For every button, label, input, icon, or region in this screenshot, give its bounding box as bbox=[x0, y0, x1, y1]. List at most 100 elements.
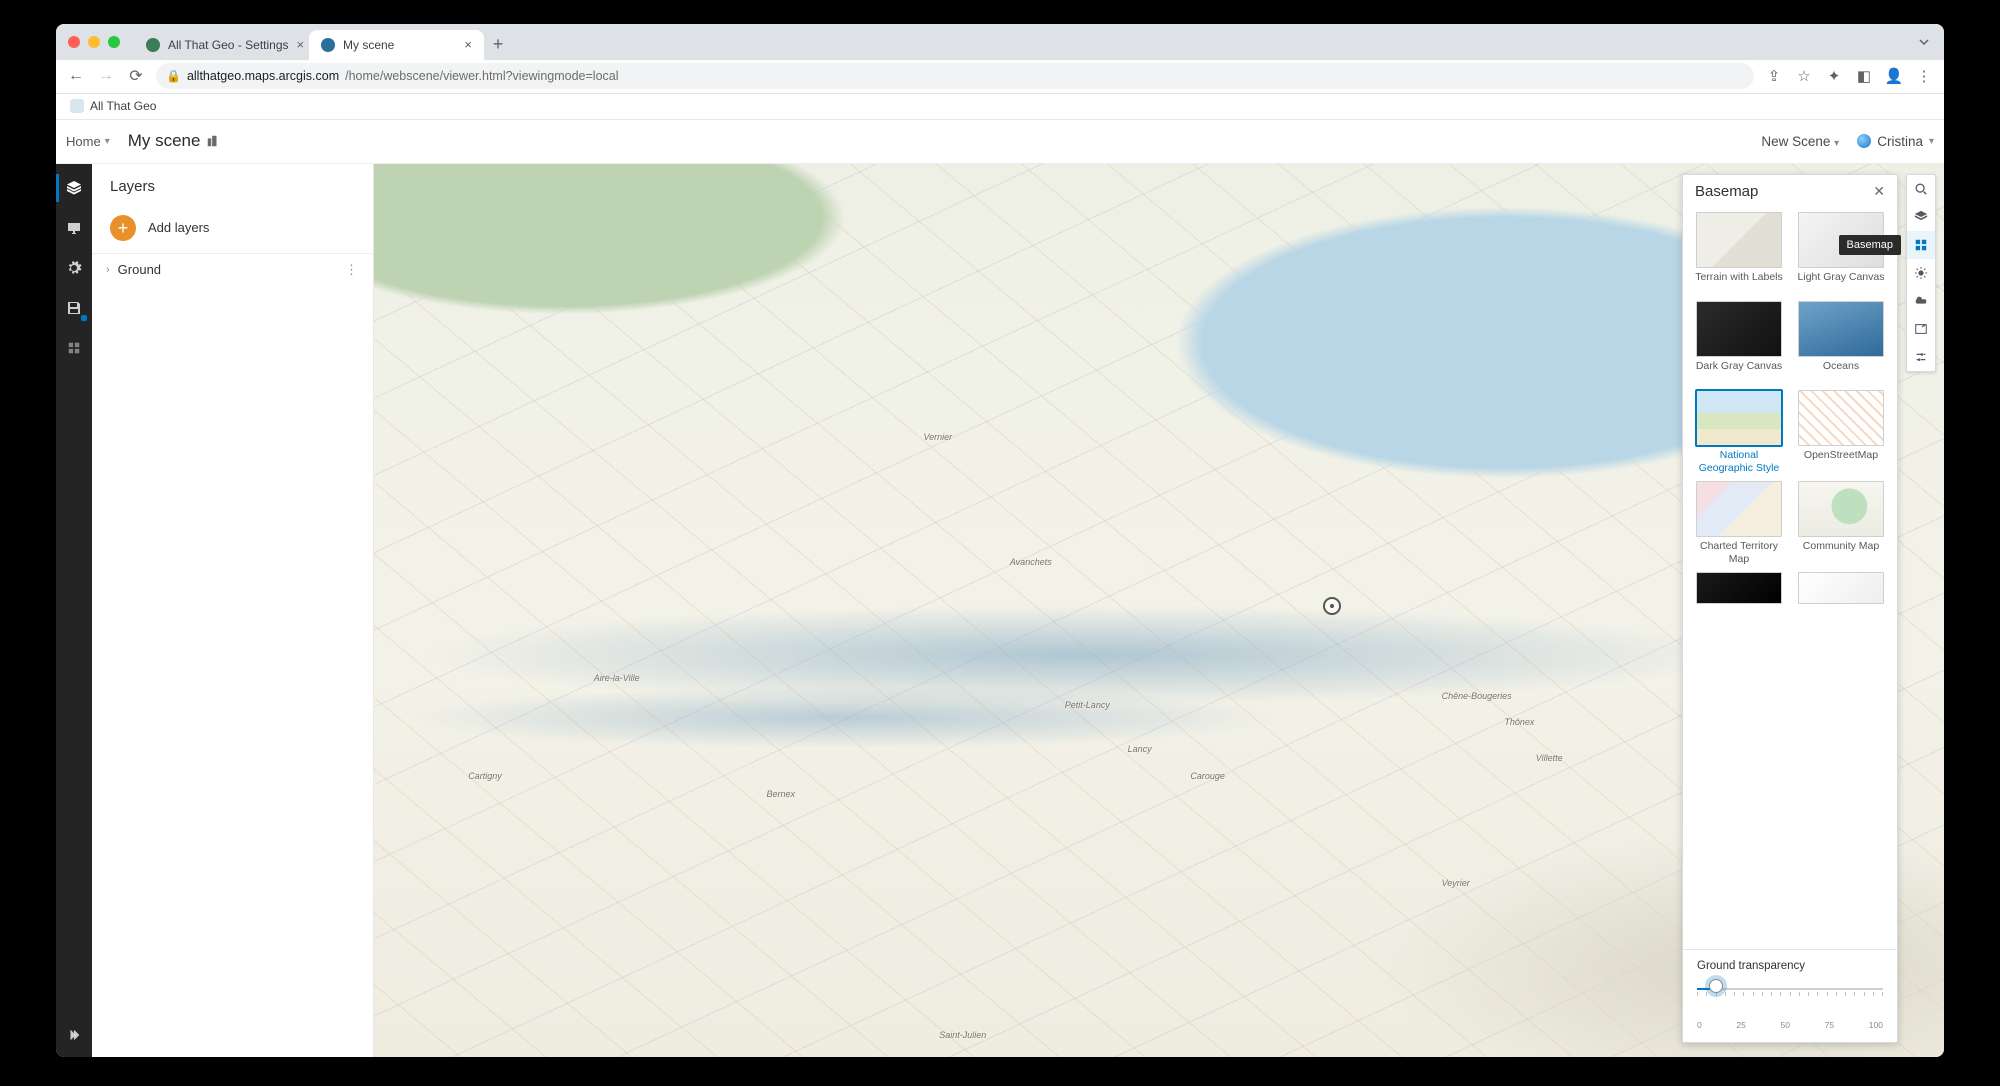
map-place-label: Bernex bbox=[767, 789, 796, 799]
tool-layers-icon[interactable] bbox=[1907, 203, 1935, 231]
close-panel-button[interactable]: ✕ bbox=[1873, 183, 1885, 200]
sidepanel-icon[interactable]: ◧ bbox=[1854, 67, 1874, 85]
map-place-label: Thônex bbox=[1504, 717, 1534, 727]
map-place-label: Villette bbox=[1536, 753, 1563, 763]
star-icon[interactable]: ☆ bbox=[1794, 67, 1814, 85]
basemap-label: Terrain with Labels bbox=[1695, 271, 1783, 295]
basemap-panel-title: Basemap bbox=[1695, 183, 1758, 200]
app-main: Layers + Add layers › Ground ⋮ Vernier A… bbox=[56, 164, 1944, 1057]
user-name: Cristina bbox=[1877, 134, 1923, 149]
bookmark-favicon-icon bbox=[70, 99, 84, 113]
browser-tab-settings[interactable]: All That Geo - Settings × bbox=[134, 30, 309, 60]
favicon-icon bbox=[321, 38, 335, 52]
basemap-item-national-geographic-style[interactable]: National Geographic Style bbox=[1693, 390, 1785, 475]
window-close-icon[interactable] bbox=[68, 36, 80, 48]
tab-close-icon[interactable]: × bbox=[464, 37, 472, 52]
basemap-item-oceans[interactable]: Oceans bbox=[1795, 301, 1887, 384]
basemap-label: Charted Territory Map bbox=[1693, 540, 1785, 566]
map-place-label: Avanchets bbox=[1010, 557, 1052, 567]
slider-thumb[interactable] bbox=[1709, 979, 1723, 993]
tool-daylight-icon[interactable] bbox=[1907, 259, 1935, 287]
layer-item-ground[interactable]: › Ground ⋮ bbox=[92, 253, 373, 286]
nav-expand-icon[interactable] bbox=[64, 1025, 84, 1045]
basemap-gallery[interactable]: Terrain with Labels Light Gray Canvas Da… bbox=[1683, 208, 1897, 949]
basemap-label: Dark Gray Canvas bbox=[1696, 360, 1782, 384]
chevron-right-icon: › bbox=[106, 264, 110, 276]
basemap-item-partial-1[interactable] bbox=[1693, 572, 1785, 604]
window-zoom-icon[interactable] bbox=[108, 36, 120, 48]
user-avatar-icon bbox=[1857, 134, 1871, 148]
favicon-icon bbox=[146, 38, 160, 52]
add-layers-button[interactable]: + Add layers bbox=[92, 209, 373, 253]
basemap-item-terrain-with-labels[interactable]: Terrain with Labels bbox=[1693, 212, 1785, 295]
user-menu[interactable]: Cristina ▾ bbox=[1857, 134, 1934, 149]
browser-tab-scene[interactable]: My scene × bbox=[309, 30, 484, 60]
chevron-down-icon: ▾ bbox=[1834, 138, 1839, 149]
map-place-label: Vernier bbox=[924, 432, 953, 442]
basemap-item-charted-territory-map[interactable]: Charted Territory Map bbox=[1693, 481, 1785, 566]
new-tab-button[interactable]: + bbox=[484, 30, 512, 60]
basemap-thumb-icon bbox=[1798, 572, 1884, 604]
map-view[interactable]: Vernier Avanchets Aire-la-Ville Cartigny… bbox=[374, 164, 1944, 1057]
basemap-item-partial-2[interactable] bbox=[1795, 572, 1887, 604]
basemap-item-dark-gray-canvas[interactable]: Dark Gray Canvas bbox=[1693, 301, 1785, 384]
basemap-item-community-map[interactable]: Community Map bbox=[1795, 481, 1887, 566]
chevron-down-icon: ▾ bbox=[1929, 136, 1934, 147]
nav-reload-button[interactable]: ⟳ bbox=[126, 66, 146, 86]
buildings-icon bbox=[206, 134, 220, 148]
nav-forward-button[interactable]: → bbox=[96, 67, 116, 85]
browser-menu-icon[interactable]: ⋮ bbox=[1914, 67, 1934, 85]
url-host: allthatgeo.maps.arcgis.com bbox=[187, 69, 339, 83]
basemap-label: Light Gray Canvas bbox=[1798, 271, 1885, 295]
home-menu[interactable]: Home ▾ bbox=[66, 134, 110, 149]
basemap-thumb-icon bbox=[1696, 572, 1782, 604]
basemap-item-openstreetmap[interactable]: OpenStreetMap bbox=[1795, 390, 1887, 475]
tool-settings-icon[interactable] bbox=[1907, 343, 1935, 371]
basemap-label: National Geographic Style bbox=[1693, 449, 1785, 475]
tool-share-icon[interactable] bbox=[1907, 315, 1935, 343]
basemap-label: Community Map bbox=[1803, 540, 1879, 564]
map-place-label: Veyrier bbox=[1442, 878, 1470, 888]
url-field[interactable]: 🔒 allthatgeo.maps.arcgis.com/home/websce… bbox=[156, 63, 1754, 89]
scene-title[interactable]: My scene bbox=[128, 131, 221, 151]
nav-back-button[interactable]: ← bbox=[66, 67, 86, 85]
chevron-down-icon: ▾ bbox=[105, 136, 110, 147]
layers-panel: Layers + Add layers › Ground ⋮ bbox=[92, 164, 374, 1057]
browser-address-bar: ← → ⟳ 🔒 allthatgeo.maps.arcgis.com/home/… bbox=[56, 60, 1944, 94]
basemap-thumb-icon bbox=[1798, 390, 1884, 446]
new-scene-label: New Scene bbox=[1761, 134, 1830, 149]
browser-window: All That Geo - Settings × My scene × + ←… bbox=[56, 24, 1944, 1057]
basemap-thumb-icon bbox=[1798, 301, 1884, 357]
tab-list-button[interactable] bbox=[1918, 36, 1930, 48]
ground-transparency-slider[interactable] bbox=[1697, 982, 1883, 1008]
map-place-label: Lancy bbox=[1128, 744, 1152, 754]
add-layers-label: Add layers bbox=[148, 220, 209, 235]
map-place-label: Carouge bbox=[1190, 771, 1225, 781]
tab-close-icon[interactable]: × bbox=[297, 37, 305, 52]
new-scene-menu[interactable]: New Scene ▾ bbox=[1761, 134, 1839, 149]
plus-icon: + bbox=[110, 215, 136, 241]
nav-apps-icon[interactable] bbox=[64, 338, 84, 358]
window-minimize-icon[interactable] bbox=[88, 36, 100, 48]
lock-icon: 🔒 bbox=[166, 69, 181, 83]
tab-title: All That Geo - Settings bbox=[168, 38, 289, 52]
basemap-thumb-icon bbox=[1696, 481, 1782, 537]
nav-layers-icon[interactable] bbox=[64, 178, 84, 198]
layer-more-button[interactable]: ⋮ bbox=[345, 262, 359, 278]
nav-save-icon[interactable] bbox=[64, 298, 84, 318]
ground-transparency-section: Ground transparency 0 25 50 75 100 bbox=[1683, 949, 1897, 1042]
share-icon[interactable]: ⇪ bbox=[1764, 67, 1784, 85]
tool-search-icon[interactable] bbox=[1907, 175, 1935, 203]
extensions-icon[interactable]: ✦ bbox=[1824, 67, 1844, 85]
basemap-thumb-icon bbox=[1696, 390, 1782, 446]
map-place-label: Chêne-Bougeries bbox=[1442, 691, 1512, 701]
nav-present-icon[interactable] bbox=[64, 218, 84, 238]
ground-transparency-label: Ground transparency bbox=[1697, 960, 1883, 972]
profile-icon[interactable]: 👤 bbox=[1884, 67, 1904, 85]
tool-weather-icon[interactable] bbox=[1907, 287, 1935, 315]
tool-basemap-icon[interactable]: Basemap bbox=[1907, 231, 1935, 259]
tab-title: My scene bbox=[343, 38, 394, 52]
nav-settings-icon[interactable] bbox=[64, 258, 84, 278]
window-controls[interactable] bbox=[68, 36, 120, 48]
bookmark-item[interactable]: All That Geo bbox=[90, 99, 156, 113]
